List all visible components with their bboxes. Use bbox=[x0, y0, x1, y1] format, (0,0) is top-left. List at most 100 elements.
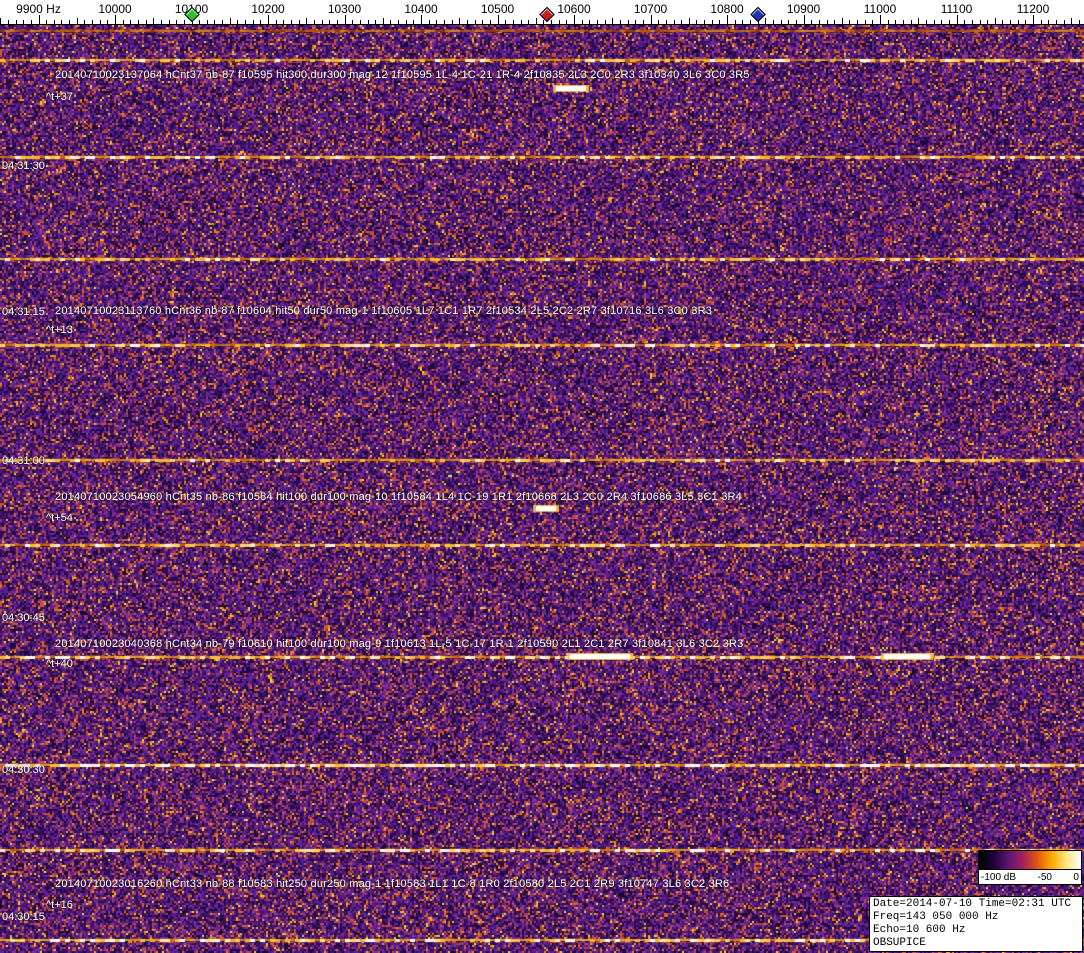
axis-tick bbox=[275, 20, 277, 24]
color-scale-min-label: -100 dB bbox=[981, 871, 1017, 883]
axis-tick bbox=[390, 20, 392, 24]
axis-tick bbox=[574, 15, 575, 24]
axis-tick bbox=[826, 20, 828, 24]
color-scale-gradient bbox=[978, 850, 1082, 870]
axis-tick bbox=[1002, 20, 1004, 24]
axis-tick bbox=[612, 18, 614, 24]
axis-tick bbox=[1063, 20, 1065, 24]
axis-tick bbox=[918, 18, 920, 24]
axis-tick bbox=[658, 20, 660, 24]
axis-tick bbox=[780, 20, 782, 24]
axis-tick bbox=[872, 20, 874, 24]
axis-tick bbox=[788, 20, 790, 24]
spectrogram-display[interactable] bbox=[0, 25, 1084, 953]
axis-tick bbox=[405, 20, 407, 24]
axis-tick bbox=[880, 15, 881, 24]
axis-tick bbox=[398, 20, 400, 24]
axis-tick bbox=[313, 20, 315, 24]
axis-tick bbox=[719, 20, 721, 24]
axis-tick bbox=[421, 15, 422, 24]
axis-tick bbox=[642, 20, 644, 24]
axis-tick bbox=[964, 20, 966, 24]
axis-tick bbox=[214, 20, 216, 24]
axis-tick bbox=[1033, 15, 1034, 24]
axis-tick bbox=[176, 20, 178, 24]
axis-tick bbox=[336, 20, 338, 24]
axis-tick bbox=[619, 20, 621, 24]
axis-tick bbox=[291, 20, 292, 24]
axis-tick bbox=[367, 20, 369, 24]
info-echo-line: Echo=10 600 Hz bbox=[873, 924, 966, 936]
axis-tick bbox=[7, 20, 9, 24]
axis-tick bbox=[413, 20, 415, 24]
axis-frequency-label: 11000 bbox=[863, 2, 897, 16]
axis-tick bbox=[528, 20, 530, 24]
axis-tick bbox=[849, 20, 851, 24]
axis-tick bbox=[428, 20, 430, 24]
axis-tick bbox=[245, 20, 247, 24]
axis-frequency-label: 11100 bbox=[940, 2, 973, 16]
axis-tick bbox=[92, 20, 93, 24]
axis-tick bbox=[956, 15, 958, 24]
axis-tick bbox=[329, 20, 331, 24]
axis-frequency-label: 10200 bbox=[251, 2, 285, 16]
axis-tick bbox=[0, 18, 2, 24]
axis-tick bbox=[727, 15, 728, 24]
axis-tick bbox=[145, 20, 147, 24]
axis-tick bbox=[168, 20, 170, 24]
axis-tick bbox=[696, 20, 698, 24]
axis-tick bbox=[382, 18, 384, 24]
axis-tick bbox=[321, 20, 323, 24]
axis-tick bbox=[704, 20, 705, 24]
axis-frequency-label: 10500 bbox=[480, 2, 515, 16]
axis-frequency-label: 10700 bbox=[633, 2, 668, 16]
axis-tick bbox=[23, 20, 25, 24]
axis-tick bbox=[474, 20, 476, 24]
axis-tick bbox=[1010, 20, 1012, 24]
axis-tick bbox=[183, 20, 185, 24]
axis-frequency-label: 10900 bbox=[786, 2, 821, 16]
axis-tick bbox=[283, 20, 285, 24]
axis-tick bbox=[673, 20, 675, 24]
axis-tick bbox=[520, 20, 522, 24]
axis-tick bbox=[857, 20, 859, 24]
axis-tick bbox=[15, 20, 17, 24]
axis-frequency-label: 10800 bbox=[710, 2, 744, 16]
axis-tick bbox=[482, 20, 484, 24]
axis-tick bbox=[268, 15, 269, 24]
color-scale-labels: -100 dB -50 0 bbox=[978, 870, 1082, 885]
info-date-line: Date=2014-07-10 Time=02:31 UTC bbox=[873, 898, 1072, 910]
axis-tick bbox=[750, 20, 751, 24]
axis-tick bbox=[252, 20, 254, 24]
axis-frequency-label: 10000 bbox=[98, 2, 132, 16]
axis-tick bbox=[1071, 18, 1073, 24]
axis-tick bbox=[76, 18, 78, 24]
axis-tick bbox=[153, 18, 155, 24]
axis-tick bbox=[765, 18, 767, 24]
axis-tick bbox=[566, 20, 568, 24]
axis-tick bbox=[137, 20, 139, 24]
axis-tick bbox=[734, 20, 736, 24]
axis-tick bbox=[665, 20, 667, 24]
axis-tick bbox=[903, 20, 904, 24]
color-scale-mid-label: -50 bbox=[1037, 871, 1052, 883]
axis-tick bbox=[895, 20, 897, 24]
axis-tick bbox=[69, 20, 71, 24]
axis-frequency-label: 11200 bbox=[1016, 2, 1050, 16]
axis-tick bbox=[451, 20, 453, 24]
axis-tick bbox=[925, 20, 927, 24]
info-frequency-line: Freq=143 050 000 Hz bbox=[873, 911, 999, 923]
axis-tick bbox=[30, 20, 32, 24]
axis-tick bbox=[535, 18, 537, 24]
axis-tick bbox=[597, 20, 598, 24]
axis-frequency-label: 10300 bbox=[327, 2, 362, 16]
axis-tick bbox=[130, 20, 132, 24]
blue-frequency-marker-icon[interactable] bbox=[749, 6, 766, 23]
color-scale: -100 dB -50 0 bbox=[978, 850, 1082, 885]
axis-tick bbox=[864, 20, 866, 24]
axis-frequency-label: 9900 Hz bbox=[16, 2, 61, 16]
axis-tick bbox=[971, 20, 973, 24]
axis-tick bbox=[811, 20, 813, 24]
spectrogram-window: 9900 Hz100001010010200103001040010500106… bbox=[0, 0, 1084, 953]
red-frequency-marker-icon[interactable] bbox=[539, 6, 555, 23]
